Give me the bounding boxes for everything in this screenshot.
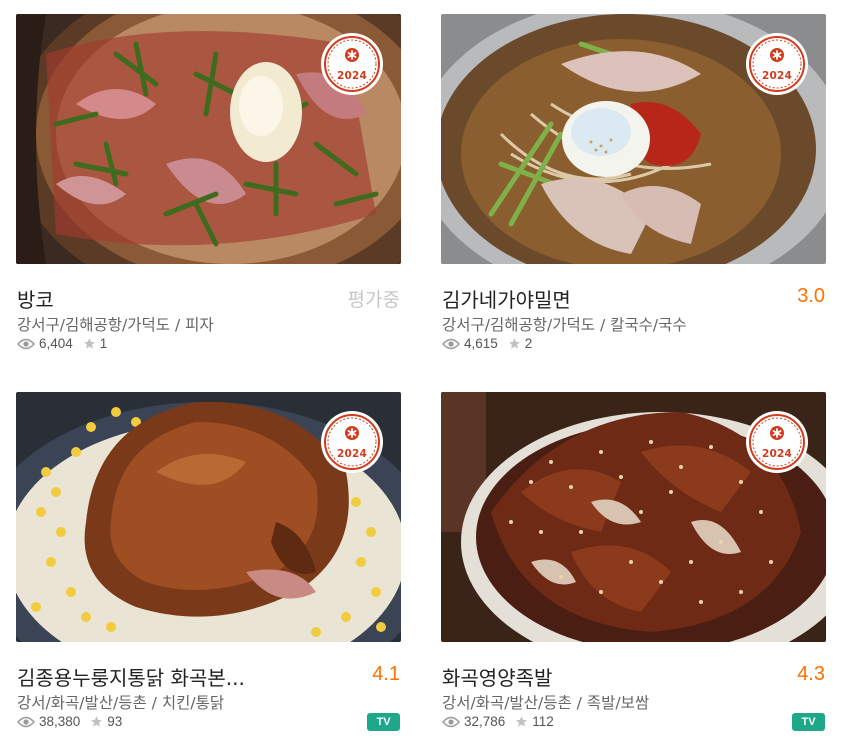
meta-separator: / xyxy=(595,316,611,334)
restaurant-meta: 강서구/김해공항/가덕도 / 칼국수/국수 xyxy=(442,313,687,335)
award-badge xyxy=(746,411,808,473)
restaurant-card[interactable]: 2024 방코 평가중 강서구/김해공항/가덕도 / 피자 6,404 1 xyxy=(16,14,401,374)
restaurant-stats: 38,380 93 xyxy=(17,714,122,729)
restaurant-photo[interactable]: 2024 xyxy=(441,392,826,642)
restaurant-location: 강서/화곡/발산/등촌 xyxy=(17,694,147,712)
review-count: 112 xyxy=(532,714,554,729)
restaurant-score: 평가중 xyxy=(347,289,400,311)
restaurant-category: 피자 xyxy=(185,316,214,334)
star-icon xyxy=(83,338,95,349)
award-badge xyxy=(321,411,383,473)
eye-icon xyxy=(17,338,35,349)
restaurant-meta: 강서/화곡/발산/등촌 / 족발/보쌈 xyxy=(442,691,649,713)
restaurant-score: 4.1 xyxy=(372,663,400,685)
restaurant-location: 강서구/김해공항/가덕도 xyxy=(442,316,596,334)
restaurant-name[interactable]: 김가네가야밀면 xyxy=(442,284,742,313)
restaurant-score: 4.3 xyxy=(797,663,825,685)
restaurant-photo[interactable]: 2024 xyxy=(16,392,401,642)
eye-icon xyxy=(442,716,460,727)
review-count: 1 xyxy=(99,336,108,351)
restaurant-info: 김가네가야밀면 3.0 강서구/김해공항/가덕도 / 칼국수/국수 4,615 … xyxy=(441,264,826,374)
restaurant-stats: 4,615 2 xyxy=(442,336,532,351)
badge-year: 2024 xyxy=(336,448,368,460)
tv-badge: TV xyxy=(792,713,825,731)
badge-year: 2024 xyxy=(761,70,793,82)
view-count: 32,786 xyxy=(464,714,506,729)
restaurant-name[interactable]: 방코 xyxy=(17,284,317,313)
view-count: 38,380 xyxy=(39,714,81,729)
review-count: 2 xyxy=(524,336,533,351)
restaurant-info: 김종용누룽지통닭 화곡본... 4.1 강서/화곡/발산/등촌 / 치킨/통닭 … xyxy=(16,642,401,752)
star-icon xyxy=(91,716,103,727)
restaurant-meta: 강서/화곡/발산/등촌 / 치킨/통닭 xyxy=(17,691,224,713)
badge-year: 2024 xyxy=(761,448,793,460)
restaurant-card[interactable]: 2024 김가네가야밀면 3.0 강서구/김해공항/가덕도 / 칼국수/국수 4… xyxy=(441,14,826,374)
restaurant-photo[interactable]: 2024 xyxy=(16,14,401,264)
view-count: 6,404 xyxy=(39,336,73,351)
award-badge xyxy=(321,33,383,95)
restaurant-info: 방코 평가중 강서구/김해공항/가덕도 / 피자 6,404 1 xyxy=(16,264,401,374)
tv-badge: TV xyxy=(367,713,400,731)
restaurant-info: 화곡영양족발 4.3 강서/화곡/발산/등촌 / 족발/보쌈 32,786 11… xyxy=(441,642,826,752)
restaurant-name[interactable]: 김종용누룽지통닭 화곡본... xyxy=(17,662,317,691)
star-icon xyxy=(516,716,528,727)
meta-separator: / xyxy=(146,694,162,712)
view-count: 4,615 xyxy=(464,336,498,351)
eye-icon xyxy=(17,716,35,727)
restaurant-location: 강서/화곡/발산/등촌 xyxy=(442,694,572,712)
restaurant-category: 치킨/통닭 xyxy=(161,694,225,712)
restaurant-stats: 32,786 112 xyxy=(442,714,554,729)
restaurant-meta: 강서구/김해공항/가덕도 / 피자 xyxy=(17,313,214,335)
restaurant-card[interactable]: 2024 화곡영양족발 4.3 강서/화곡/발산/등촌 / 족발/보쌈 32,7… xyxy=(441,392,826,752)
meta-separator: / xyxy=(571,694,587,712)
restaurant-location: 강서구/김해공항/가덕도 xyxy=(17,316,171,334)
restaurant-stats: 6,404 1 xyxy=(17,336,107,351)
meta-separator: / xyxy=(170,316,186,334)
restaurant-card[interactable]: 2024 김종용누룽지통닭 화곡본... 4.1 강서/화곡/발산/등촌 / 치… xyxy=(16,392,401,752)
award-badge xyxy=(746,33,808,95)
restaurant-category: 칼국수/국수 xyxy=(610,316,687,334)
restaurant-name[interactable]: 화곡영양족발 xyxy=(442,662,742,691)
review-count: 93 xyxy=(107,714,123,729)
badge-year: 2024 xyxy=(336,70,368,82)
star-icon xyxy=(508,338,520,349)
restaurant-score: 3.0 xyxy=(797,285,825,307)
restaurant-photo[interactable]: 2024 xyxy=(441,14,826,264)
restaurant-category: 족발/보쌈 xyxy=(586,694,650,712)
eye-icon xyxy=(442,338,460,349)
